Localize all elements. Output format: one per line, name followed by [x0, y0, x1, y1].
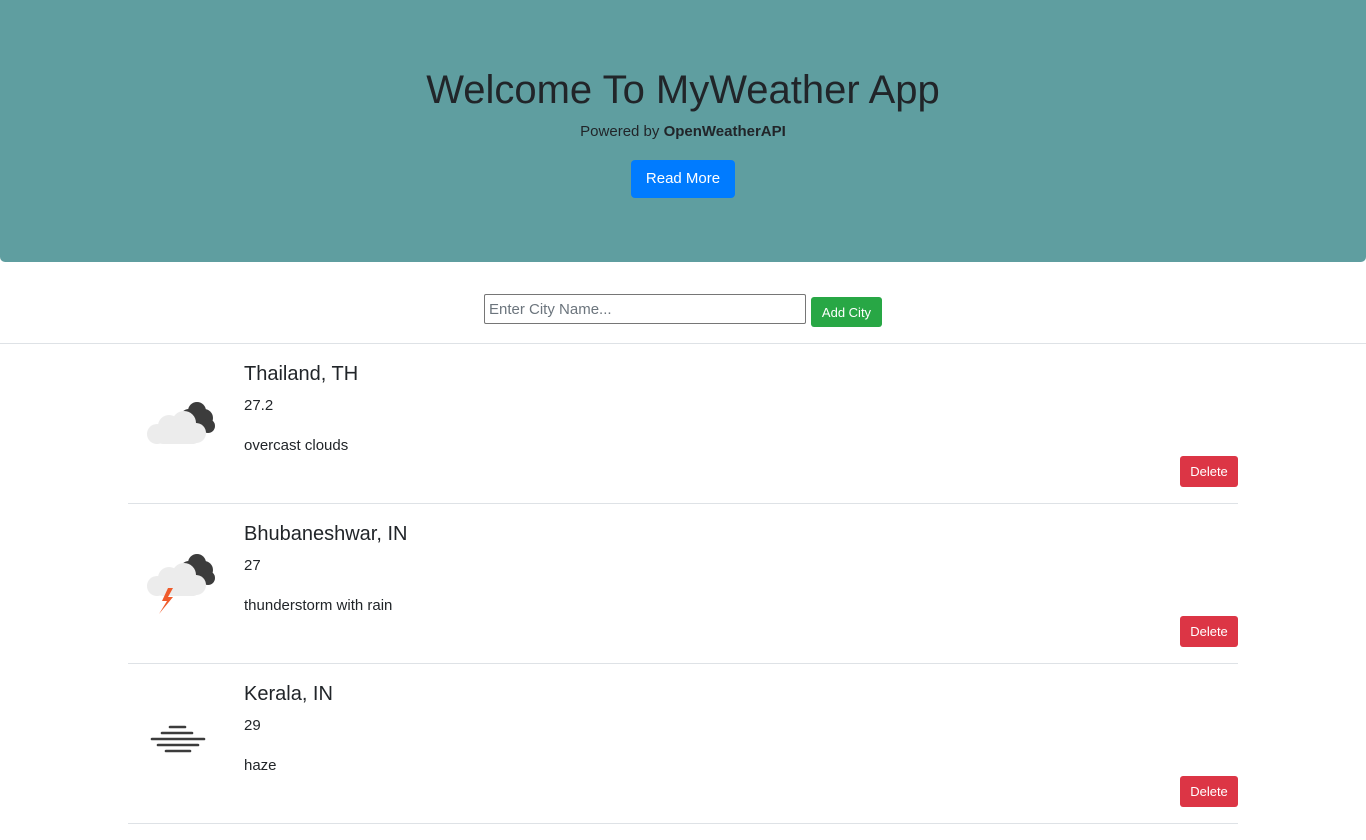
city-card: Kerala, IN 29 haze Delete — [128, 664, 1238, 824]
hero-banner: Welcome To MyWeather App Powered by Open… — [0, 0, 1366, 262]
overcast-clouds-icon — [147, 402, 215, 444]
city-card: Bhubaneshwar, IN 27 thunderstorm with ra… — [128, 504, 1238, 664]
page-title: Welcome To MyWeather App — [426, 68, 940, 112]
city-name: Bhubaneshwar, IN — [244, 523, 408, 545]
city-name: Kerala, IN — [244, 683, 333, 705]
city-weather-description: thunderstorm with rain — [244, 597, 393, 614]
city-card: Thailand, TH 27.2 overcast clouds Delete — [128, 344, 1238, 504]
read-more-button[interactable]: Read More — [631, 160, 735, 198]
powered-by-text: Powered by OpenWeatherAPI — [0, 122, 1366, 142]
city-name: Thailand, TH — [244, 363, 359, 385]
delete-city-button[interactable]: Delete — [1180, 616, 1238, 647]
city-weather-description: overcast clouds — [244, 437, 349, 454]
city-temperature: 29 — [244, 717, 261, 734]
city-temperature: 27.2 — [244, 397, 274, 414]
haze-icon — [150, 725, 206, 753]
city-temperature: 27 — [244, 557, 261, 574]
city-weather-description: haze — [244, 757, 277, 774]
thunderstorm-icon — [147, 554, 215, 614]
add-city-button[interactable]: Add City — [811, 297, 882, 327]
powered-by-brand: OpenWeatherAPI — [663, 123, 786, 140]
powered-by-prefix: Powered by — [580, 123, 660, 140]
delete-city-button[interactable]: Delete — [1180, 776, 1238, 807]
delete-city-button[interactable]: Delete — [1180, 456, 1238, 487]
city-name-input[interactable] — [484, 294, 806, 324]
